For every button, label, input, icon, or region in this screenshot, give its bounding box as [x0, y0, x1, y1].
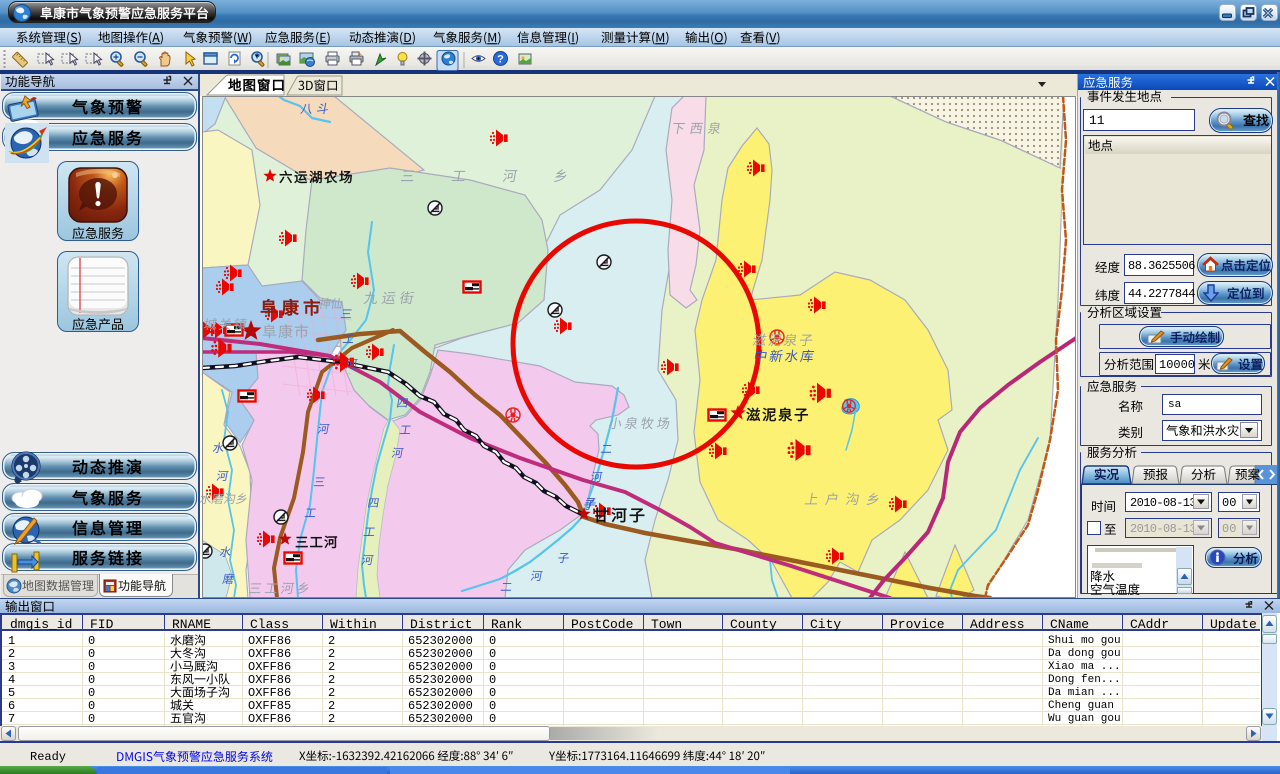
svg-text:?: ? — [497, 54, 504, 66]
